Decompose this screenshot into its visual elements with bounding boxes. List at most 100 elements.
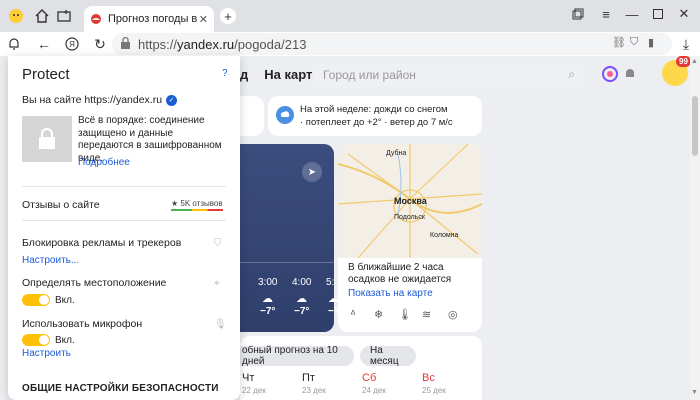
location-toggle-knob: [39, 295, 49, 305]
day-date: 24 дек: [362, 386, 386, 395]
rain-layer-icon[interactable]: ᐞ: [350, 308, 356, 321]
weekly-summary-card[interactable]: На этой неделе: дожди со снегом · потепл…: [268, 96, 482, 136]
bookmark-icon[interactable]: ▮: [648, 36, 654, 49]
ad-tracker-blocking-label: Блокировка рекламы и трекеров: [22, 237, 182, 249]
search-icon[interactable]: ⌕: [568, 67, 575, 82]
site-info: Вы на сайте https://yandex.ru ✓: [22, 94, 178, 106]
padlock-icon: [22, 116, 72, 162]
site-reviews-label: Отзывы о сайте: [22, 199, 100, 211]
maximize-button[interactable]: [646, 4, 670, 24]
divider: [22, 186, 226, 187]
day-name: Пт: [302, 372, 315, 384]
tabs-folder-icon[interactable]: [54, 6, 74, 26]
show-on-map-link[interactable]: Показать на карте: [348, 288, 433, 299]
avatar-badge-count: 99: [676, 56, 690, 67]
day-name: Вс: [422, 372, 435, 384]
menu-icon[interactable]: ≡: [594, 4, 618, 24]
temperature-layer-icon[interactable]: 🌡: [398, 308, 412, 321]
location-arrow-icon[interactable]: ➤: [302, 162, 322, 182]
minimize-button[interactable]: —: [620, 4, 644, 24]
summary-card-edge: [240, 96, 264, 136]
microphone-toggle[interactable]: [22, 334, 50, 346]
scroll-up-icon[interactable]: ▲: [691, 58, 698, 65]
day-column[interactable]: Чт 22 дек: [242, 372, 266, 395]
svg-text:Я: Я: [69, 40, 75, 49]
tab-title: Прогноз погоды в Мос: [108, 13, 199, 25]
alice-assistant-icon[interactable]: [600, 64, 620, 84]
day-column[interactable]: Вс 25 дек: [422, 372, 446, 395]
help-link[interactable]: ?: [222, 68, 228, 79]
yandex-logo-icon[interactable]: Я: [62, 34, 82, 54]
protect-panel: Protect ? Вы на сайте https://yandex.ru …: [8, 56, 240, 400]
general-security-settings-heading: ОБЩИЕ НАСТРОЙКИ БЕЗОПАСНОСТИ: [22, 383, 219, 394]
avatar[interactable]: 99: [662, 56, 690, 86]
back-button[interactable]: ←: [34, 34, 54, 54]
hourly-time: 4:00: [292, 277, 312, 288]
cloud-icon: ☁: [296, 293, 307, 305]
scrollbar-thumb[interactable]: [692, 96, 698, 156]
microphone-toggle-state: Вкл.: [55, 335, 75, 346]
hourly-temp: −7°: [260, 306, 276, 317]
reviews-rating-bar: [171, 209, 223, 211]
tab-forecast-month[interactable]: На месяц: [360, 345, 416, 367]
notifications-bell-icon[interactable]: [4, 34, 24, 54]
rain-snow-icon: [276, 106, 294, 124]
precipitation-map-card[interactable]: Дубна Москва Подольск Коломна В ближайши…: [338, 144, 482, 332]
day-name: Сб: [362, 372, 377, 384]
shield-icon: ⛉: [214, 238, 222, 249]
snow-layer-icon[interactable]: ❄: [374, 308, 383, 321]
lock-icon[interactable]: [120, 36, 131, 53]
day-column[interactable]: Сб 24 дек: [362, 372, 386, 395]
downloads-icon[interactable]: ⤓: [676, 34, 696, 54]
home-icon[interactable]: [32, 6, 52, 26]
nav-cut-item[interactable]: д: [240, 67, 248, 82]
tab-weather[interactable]: Прогноз погоды в Мос ✕: [84, 6, 214, 32]
tab-forecast-10-days-label: обный прогноз на 10 дней: [242, 345, 338, 367]
hourly-temp: −7°: [294, 306, 310, 317]
day-date: 23 дек: [302, 386, 326, 395]
tab-forecast-10-days[interactable]: обный прогноз на 10 дней: [232, 345, 354, 367]
cloud-icon: ☁: [262, 293, 273, 305]
configure-microphone-link[interactable]: Настроить: [22, 348, 71, 359]
precipitation-forecast-text: В ближайшие 2 часа осадков не ожидается: [348, 262, 452, 285]
map-label: Дубна: [386, 150, 407, 157]
notifications-icon[interactable]: [620, 64, 640, 84]
precipitation-map[interactable]: Дубна Москва Подольск Коломна: [338, 144, 482, 259]
share-link-icon[interactable]: ⛓: [612, 36, 626, 49]
configure-blocking-link[interactable]: Настроить...: [22, 255, 79, 266]
day-date: 25 дек: [422, 386, 446, 395]
map-label: Коломна: [430, 232, 459, 239]
location-toggle-state: Вкл.: [55, 295, 75, 306]
weekly-line-1: На этой неделе: дожди со снегом: [300, 104, 448, 115]
more-details-link[interactable]: Подробнее: [78, 157, 130, 168]
microphone-permission-label: Использовать микрофон: [22, 318, 143, 330]
city-search-placeholder: Город или район: [323, 68, 416, 82]
close-window-button[interactable]: ✕: [672, 4, 696, 24]
address-bar[interactable]: https://yandex.ru/pogoda/213 ⛓ ⛉ ▮: [112, 33, 672, 55]
collections-icon[interactable]: [566, 4, 590, 24]
protect-shield-icon[interactable]: ⛉: [630, 36, 638, 49]
reload-button[interactable]: ↻: [90, 34, 110, 54]
day-column[interactable]: Пт 23 дек: [302, 372, 326, 395]
tab-strip: Прогноз погоды в Мос ✕ + ≡ — ✕: [0, 0, 700, 32]
site-reviews-rating[interactable]: ★ 5K отзывов: [171, 199, 223, 211]
nav-map-link[interactable]: На карте: [264, 67, 319, 82]
new-tab-button[interactable]: +: [220, 8, 236, 24]
microphone-icon: 🎙: [214, 319, 227, 330]
scroll-down-icon[interactable]: ▼: [691, 389, 698, 396]
wind-layer-icon[interactable]: ≋: [422, 308, 431, 321]
location-toggle[interactable]: [22, 294, 50, 306]
navigation-bar: ← Я ↻ https://yandex.ru/pogoda/213 ⛓ ⛉ ▮…: [0, 32, 700, 56]
hourly-divider: [240, 262, 334, 263]
close-tab-icon[interactable]: ✕: [199, 13, 208, 26]
city-search-input[interactable]: Город или район ⌕: [313, 63, 583, 87]
pressure-layer-icon[interactable]: ◎: [448, 308, 458, 321]
browser-profile-icon[interactable]: [6, 6, 26, 26]
page-scrollbar[interactable]: ▲ ▼: [690, 56, 700, 400]
daily-forecast-row: Чт 22 дек Пт 23 дек Сб 24 дек Вс 25 дек: [240, 372, 482, 400]
hourly-time: 5:: [326, 277, 335, 288]
weather-favicon-icon: [91, 14, 101, 24]
site-url-label: Вы на сайте https://yandex.ru: [22, 94, 163, 106]
url-scheme: https://: [138, 36, 178, 52]
day-date: 22 дек: [242, 386, 266, 395]
